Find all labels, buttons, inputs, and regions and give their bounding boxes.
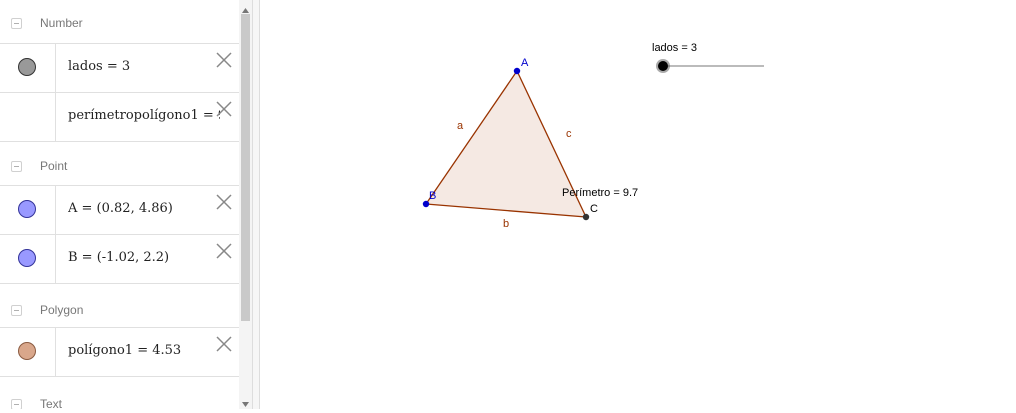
visibility-marble[interactable] [18,342,36,360]
graphics-view[interactable]: lados = 3 a b c A B C Perímetro = 9.7 [260,0,1016,409]
slider-lados[interactable]: lados = 3 [652,42,764,73]
marble-cell [0,235,56,283]
category-label: Polygon [40,303,84,317]
delete-icon[interactable] [214,241,234,261]
segment-label-a: a [457,120,464,132]
perimeter-text[interactable]: Perímetro = 9.7 [562,187,638,199]
category-polygon[interactable]: Polygon [0,284,239,328]
collapse-text-toggle[interactable] [11,399,22,409]
category-point[interactable]: Point [0,142,239,186]
slider-knob[interactable] [658,61,668,71]
view-divider[interactable] [252,0,260,409]
delete-icon[interactable] [214,334,234,354]
algebra-row-lados[interactable]: lados = 3 [0,44,239,93]
segment-label-b: b [503,218,509,230]
collapse-number-toggle[interactable] [11,18,22,29]
expression-lados[interactable]: lados = 3 [68,59,220,74]
delete-icon[interactable] [214,99,234,119]
category-number[interactable]: Number [0,0,239,44]
algebra-row-point-b[interactable]: B = (-1.02, 2.2) [0,235,239,284]
graphics-canvas[interactable]: lados = 3 a b c A B C Perímetro = 9.7 [260,0,1016,409]
point-label-c: C [590,203,598,215]
collapse-point-toggle[interactable] [11,161,22,172]
scroll-thumb[interactable] [241,14,250,321]
visibility-marble[interactable] [18,58,36,76]
scroll-down-arrow-icon[interactable] [241,395,250,407]
algebra-view: Number lados = 3 perímetropolígono1 = 9.… [0,0,239,409]
segment-label-c: c [566,128,572,140]
category-label: Point [40,159,68,173]
algebra-row-poligono[interactable]: polígono1 = 4.53 [0,328,239,377]
expression-point-b[interactable]: B = (-1.02, 2.2) [68,250,220,265]
category-label: Number [40,16,83,30]
visibility-marble[interactable] [18,249,36,267]
delete-icon[interactable] [214,50,234,70]
expression-poligono[interactable]: polígono1 = 4.53 [68,343,220,358]
point-label-a: A [521,57,529,69]
expression-perimetro[interactable]: perímetropolígono1 = 9.7 [68,108,220,123]
point-c[interactable] [582,213,590,221]
scroll-up-arrow-icon[interactable] [241,2,250,13]
algebra-row-point-a[interactable]: A = (0.82, 4.86) [0,186,239,235]
marble-cell [0,93,56,141]
slider-label: lados = 3 [652,42,697,54]
expression-point-a[interactable]: A = (0.82, 4.86) [68,201,220,216]
algebra-scrollbar[interactable] [239,0,252,409]
algebra-row-perimetro[interactable]: perímetropolígono1 = 9.7 [0,93,239,142]
visibility-marble[interactable] [18,200,36,218]
point-a[interactable] [513,67,521,75]
point-label-b: B [429,190,436,202]
category-text[interactable]: Text [0,377,239,409]
marble-cell [0,186,56,234]
marble-cell [0,328,56,376]
collapse-polygon-toggle[interactable] [11,305,22,316]
category-label: Text [40,397,63,409]
delete-icon[interactable] [214,192,234,212]
marble-cell [0,44,56,92]
